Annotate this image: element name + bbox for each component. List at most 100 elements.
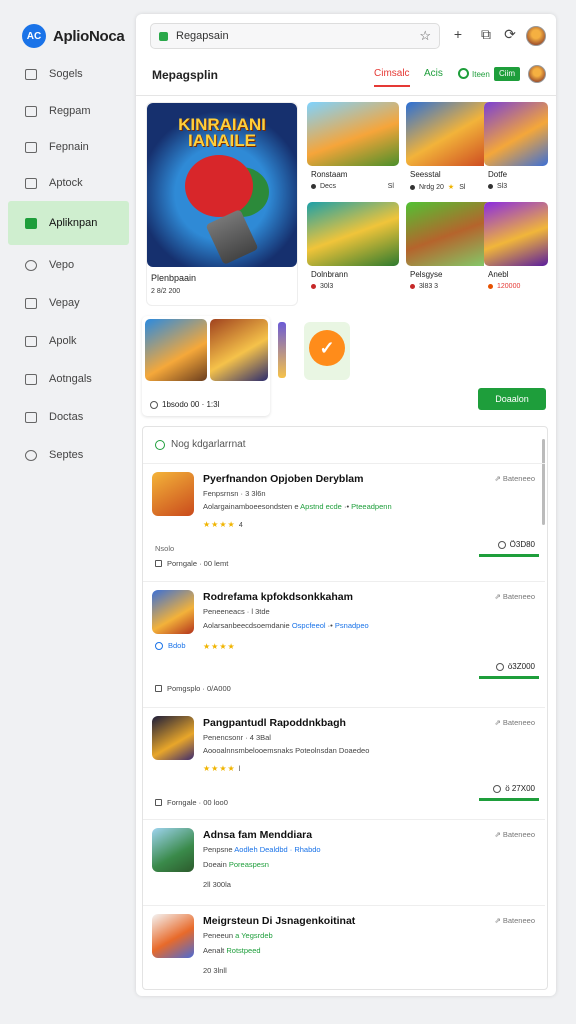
- refresh-icon[interactable]: ⟳: [502, 26, 518, 43]
- share-link[interactable]: ⇗ Bateneeo: [495, 830, 535, 839]
- app-description: Peneeun a Yegsrdeb: [203, 931, 273, 940]
- rating-stars: ★★★★ l: [203, 764, 241, 773]
- game-card[interactable]: Dolnbrann 30l3: [307, 202, 400, 296]
- sidebar-item-aptock[interactable]: Aptock: [8, 165, 129, 201]
- star-icon[interactable]: ☆: [419, 28, 431, 44]
- game-card[interactable]: Anebl 120000: [484, 202, 548, 296]
- tag-icon: [25, 373, 37, 385]
- game-thumbnail: [484, 202, 548, 266]
- app-price: ö3Z000: [495, 662, 535, 671]
- sidebar-item-septes[interactable]: Septes: [8, 437, 129, 473]
- plus-icon[interactable]: +: [450, 26, 466, 42]
- sub-text: Aenalt: [203, 946, 227, 955]
- sidebar-nav: Sogels Regpam Fepnain Aptock Apliknpan V…: [8, 56, 129, 473]
- game-thumbnail: [307, 102, 399, 166]
- desc-link[interactable]: Psnadpeo: [335, 621, 369, 630]
- sub-link[interactable]: Poreaspesn: [229, 860, 269, 869]
- sidebar-item-apliknpan[interactable]: Apliknpan: [8, 201, 129, 245]
- sub-link[interactable]: Rotstpeed: [226, 946, 260, 955]
- sidebar-item-regpam[interactable]: Regpam: [8, 93, 129, 129]
- app-description: Aolargainamboeesondsten e Apstnd ecde ·•…: [203, 502, 392, 511]
- app-price: ö 27X00: [493, 784, 535, 793]
- app-subtitle: Doeain Poreaspesn: [203, 860, 269, 869]
- rating-value: l: [238, 766, 242, 773]
- app-title: Pangpantudl Rapoddnkbagh: [203, 717, 346, 729]
- download-button[interactable]: Doaalon: [478, 388, 546, 410]
- desc-link[interactable]: Apstnd ecde: [300, 502, 342, 511]
- page-header: Mepagsplin Cimsalc Acis Iteen Ciim: [136, 58, 556, 96]
- sidebar-item-label: Fepnain: [49, 141, 89, 153]
- share-link[interactable]: ⇗ Bateneeo: [495, 718, 535, 727]
- recent-strip[interactable]: 1bsodo 00 · 1:3l: [142, 316, 270, 416]
- rating-stars: ★★★★: [203, 642, 236, 651]
- avatar[interactable]: [528, 65, 546, 83]
- logo-icon: AC: [22, 24, 46, 48]
- rating-value: 4: [238, 522, 244, 529]
- app-description: Aoooalnnsmbelooemsnaks Poteolnsdan Doaed…: [203, 746, 369, 755]
- desc-link[interactable]: Aodleh Dealdbd · Rhabdo: [234, 845, 320, 854]
- sidebar-item-fepnain[interactable]: Fepnain: [8, 129, 129, 165]
- app-icon: [152, 914, 194, 958]
- apps-icon: [25, 217, 37, 229]
- sidebar-item-aotngals[interactable]: Aotngals: [8, 361, 129, 397]
- desc-link[interactable]: a Yegsrdeb: [235, 931, 273, 940]
- game-card[interactable]: Dotfe Sl3: [484, 102, 548, 196]
- share-link[interactable]: ⇗ Bateneeo: [495, 916, 535, 925]
- game-meta: 120000: [488, 283, 548, 290]
- coin-icon: [497, 540, 506, 549]
- app-footer: Porngale · 00 lemt: [155, 559, 228, 568]
- clock-icon: [150, 400, 158, 409]
- tab-acis[interactable]: Acis: [424, 68, 443, 79]
- sidebar-item-vepay[interactable]: Vepay: [8, 285, 129, 321]
- app-icon: [152, 472, 194, 516]
- list-item[interactable]: Pangpantudl Rapoddnkbagh Penencsonr · 4 …: [143, 707, 545, 819]
- price-text: Ö3D80: [509, 540, 535, 549]
- sidebar-item-apolk[interactable]: Apolk: [8, 323, 129, 359]
- stars: ★★★★: [203, 520, 236, 529]
- list-item[interactable]: Pyerfnandon Opjoben Deryblam Fenpsrnsn ·…: [143, 463, 545, 581]
- desc-text: Aolargainamboeesondsten e: [203, 502, 301, 511]
- url-bar[interactable]: Regapsain ☆: [150, 23, 440, 49]
- coin-icon: [495, 662, 504, 671]
- sidebar-item-sogels[interactable]: Sogels: [8, 56, 129, 92]
- share-link[interactable]: ⇗ Bateneeo: [495, 474, 535, 483]
- list-item[interactable]: Adnsa fam Menddiara Penpsne Aodleh Deald…: [143, 819, 545, 905]
- box-icon: [25, 177, 37, 189]
- tab-iteen[interactable]: Iteen: [472, 70, 490, 79]
- sidebar-item-label: Sogels: [49, 68, 83, 80]
- promo-tile[interactable]: ✓: [304, 322, 350, 380]
- game-meta: 30l3: [311, 283, 400, 290]
- game-card[interactable]: Ronstaam Decs Sl: [307, 102, 400, 196]
- sidebar-item-doctas[interactable]: Doctas: [8, 399, 129, 435]
- list-item[interactable]: Rodrefama kpfokdsonkkaham Peneeneacs · l…: [143, 581, 545, 707]
- list-item[interactable]: Meigrsteun Di Jsnagenkoitinat Peneeun a …: [143, 905, 545, 989]
- sidebar-item-label: Regpam: [49, 105, 91, 117]
- share-link[interactable]: ⇗ Bateneeo: [495, 592, 535, 601]
- desc-extra: Poteolnsdan Doaedeo: [295, 746, 370, 755]
- game-meta-text: 2 8/2 200: [151, 288, 181, 295]
- avatar[interactable]: [526, 26, 546, 46]
- tab-cimsalc[interactable]: Cimsalc: [374, 68, 410, 87]
- recent-section: 1bsodo 00 · 1:3l ✓ Doaalon: [142, 314, 548, 418]
- coin-icon: [493, 784, 502, 793]
- dot-icon: [488, 184, 493, 189]
- progress-bar: [479, 554, 539, 557]
- desc-link[interactable]: Ospcfeeol: [292, 621, 326, 630]
- note-text: Bdob: [168, 641, 186, 650]
- game-name: Ronstaam: [311, 170, 348, 179]
- price-text: ö3Z000: [507, 662, 535, 671]
- window-icon[interactable]: ⧉: [478, 26, 494, 43]
- app-list: Nog kdgarlarrnat Pyerfnandon Opjoben Der…: [142, 426, 548, 990]
- featured-game-card[interactable]: KINRAIANI IANAILE Plenbpaain 2 8/2 200: [146, 102, 298, 306]
- status-badge[interactable]: Ciim: [494, 67, 520, 81]
- desc-sep: ·•: [341, 502, 352, 511]
- app-icon: [152, 716, 194, 760]
- desc-link[interactable]: Pteeadpenn: [351, 502, 391, 511]
- app-subtitle: Fenpsrnsn · 3 3l6n: [203, 489, 266, 498]
- sidebar-item-vepo[interactable]: Vepo: [8, 247, 129, 283]
- circle-icon: [458, 68, 469, 79]
- app-logo[interactable]: AC AplioNoca: [22, 24, 125, 48]
- featured-game-title: KINRAIANI IANAILE: [178, 115, 266, 150]
- scroll-indicator: [278, 322, 286, 378]
- game-thumbnail: [210, 319, 268, 381]
